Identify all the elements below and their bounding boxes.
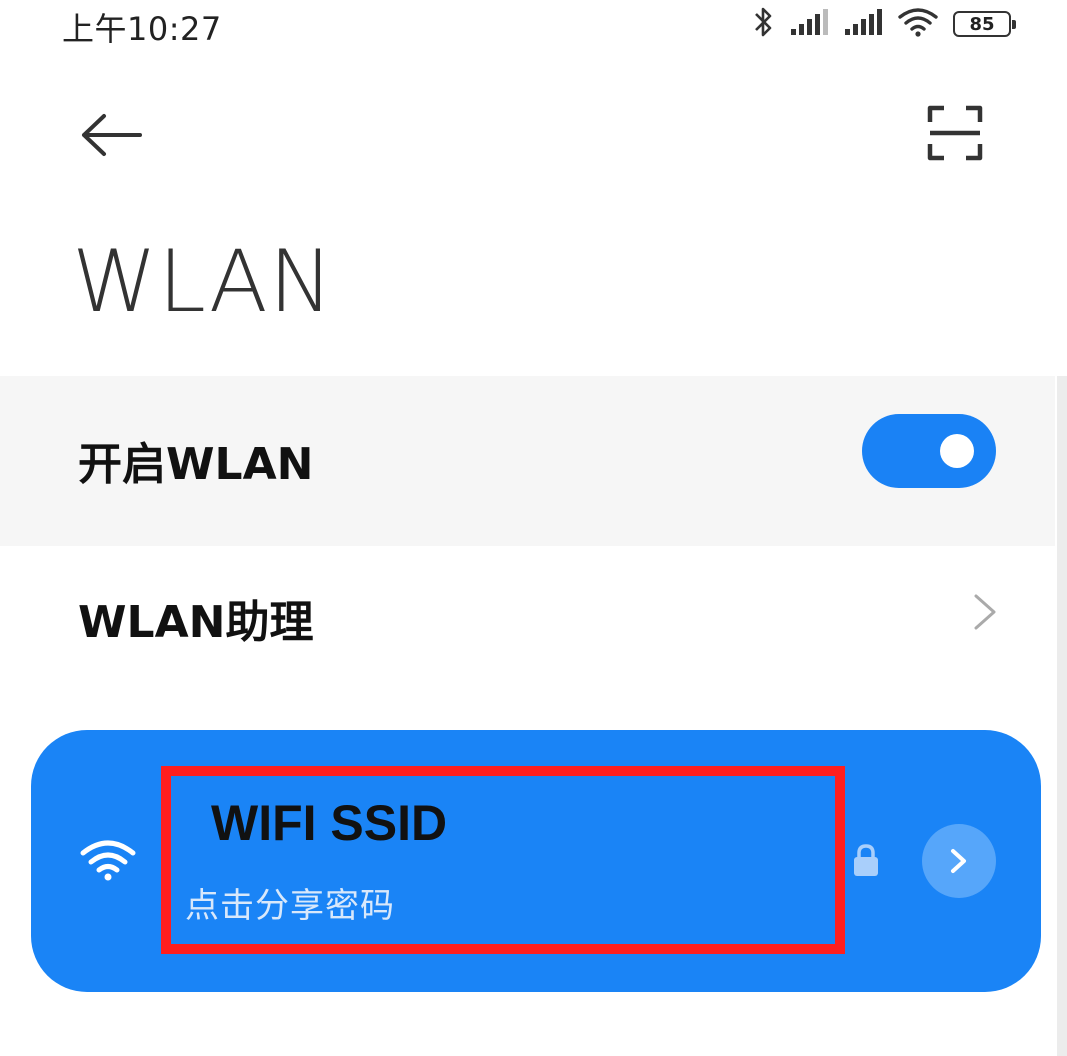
scan-icon: [926, 105, 984, 166]
battery-level: 85: [969, 13, 995, 35]
arrow-left-icon: [78, 114, 148, 166]
status-time: 上午10:27: [62, 10, 222, 48]
connected-network-card[interactable]: WIFI SSID 点击分享密码: [31, 730, 1041, 992]
ssid-highlight-box: WIFI SSID 点击分享密码: [161, 766, 845, 954]
share-password-hint[interactable]: 点击分享密码: [185, 878, 395, 927]
signal-icon: [843, 7, 883, 41]
wlan-toggle-row[interactable]: 开启WLAN: [0, 376, 1055, 546]
wlan-assistant-row[interactable]: WLAN助理: [0, 546, 1055, 696]
wifi-icon: [79, 838, 137, 882]
battery-icon: 85: [953, 11, 1016, 37]
page-title: WLAN: [72, 232, 335, 332]
lock-icon: [851, 842, 881, 878]
status-bar: 上午10:27 85: [0, 0, 1067, 50]
scan-button[interactable]: [926, 104, 984, 162]
wlan-toggle-switch[interactable]: [862, 414, 996, 488]
wlan-assistant-label: WLAN助理: [78, 597, 314, 648]
status-icons: 85: [753, 5, 1016, 43]
back-button[interactable]: [78, 108, 148, 162]
toggle-knob: [940, 434, 974, 468]
wifi-icon: [897, 6, 939, 42]
network-ssid: WIFI SSID: [211, 795, 448, 851]
scrollbar[interactable]: [1057, 376, 1067, 1056]
network-details-button[interactable]: [922, 824, 996, 898]
signal-icon: [789, 7, 829, 41]
bluetooth-icon: [753, 5, 775, 43]
wlan-settings-screen: 上午10:27 85 WLAN 开启WLAN WLAN助理 WIFI SSID …: [0, 0, 1067, 1056]
chevron-right-icon: [970, 592, 1000, 632]
wlan-toggle-label: 开启WLAN: [78, 439, 314, 490]
